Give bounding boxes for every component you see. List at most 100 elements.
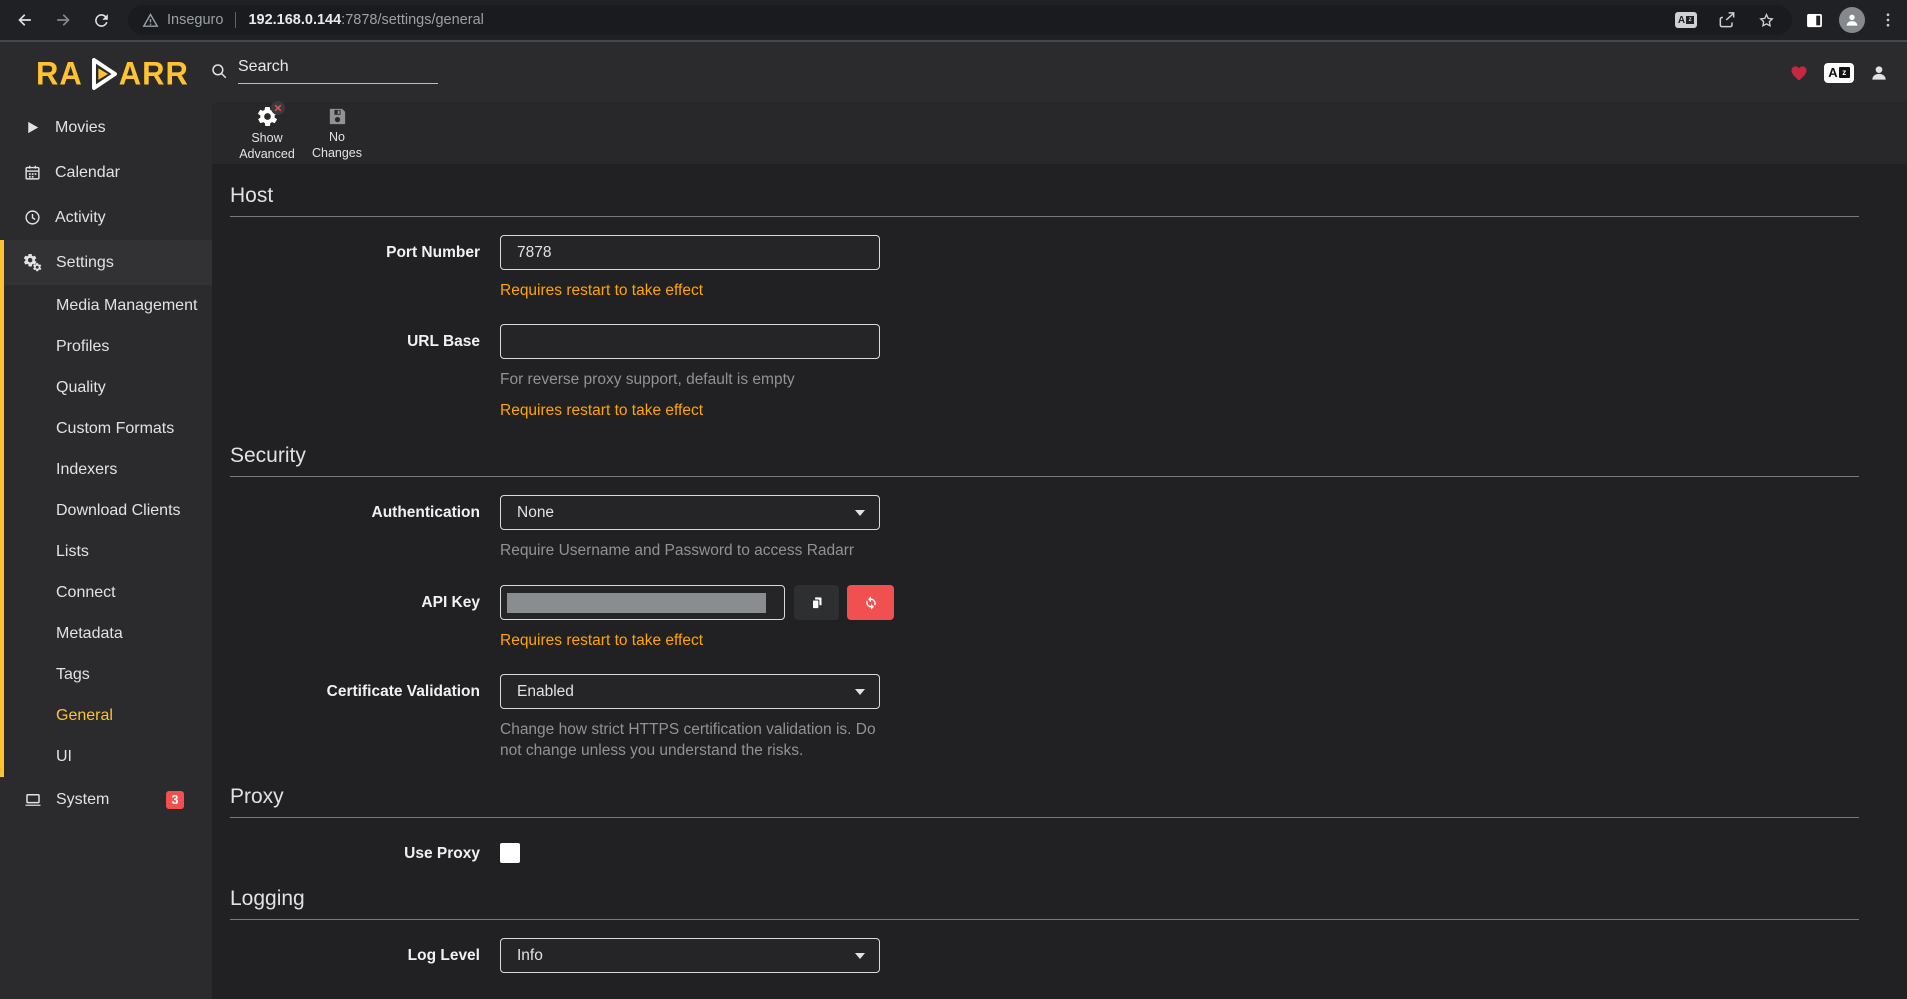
sidebar-item-quality[interactable]: Quality	[0, 367, 212, 408]
sidebar-item-label: Settings	[56, 254, 114, 272]
sidebar-item-label: Calendar	[55, 164, 120, 182]
section-divider	[230, 919, 1859, 920]
api-key-redacted-value	[507, 593, 766, 613]
settings-group: Settings Media Management Profiles Quali…	[0, 240, 212, 777]
user-icon[interactable]	[1869, 63, 1889, 83]
certificate-validation-label: Certificate Validation	[230, 674, 480, 761]
sidebar-item-metadata[interactable]: Metadata	[0, 613, 212, 654]
search-icon	[210, 62, 228, 80]
omnibox-actions: A z	[1675, 10, 1780, 30]
logging-section: Logging Log Level Info	[230, 887, 1859, 973]
certificate-validation-help: Change how strict HTTPS certification va…	[500, 719, 880, 761]
bookmark-star-icon[interactable]	[1757, 11, 1776, 30]
url-host: 192.168.0.144	[248, 12, 341, 28]
security-status-label: Inseguro	[167, 12, 223, 28]
chevron-down-icon	[855, 689, 865, 695]
authentication-label: Authentication	[230, 495, 480, 561]
url-base-help: For reverse proxy support, default is em…	[500, 369, 880, 390]
proxy-section-title: Proxy	[230, 785, 1859, 809]
sidebar-item-label: Activity	[55, 209, 106, 227]
copy-icon	[808, 594, 826, 612]
url-base-restart-warning: Requires restart to take effect	[500, 402, 880, 420]
certificate-validation-select[interactable]: Enabled	[500, 674, 880, 709]
back-arrow-icon	[15, 10, 35, 30]
save-changes-button[interactable]: NoChanges	[304, 106, 370, 162]
side-panel-icon[interactable]	[1804, 10, 1825, 31]
logging-section-title: Logging	[230, 887, 1859, 911]
back-button[interactable]	[8, 3, 42, 37]
general-settings-content: Host Port Number Requires restart to tak…	[212, 164, 1907, 999]
authentication-help: Require Username and Password to access …	[500, 540, 880, 561]
share-icon[interactable]	[1717, 10, 1737, 30]
port-number-input[interactable]	[500, 235, 880, 270]
sidebar-item-movies[interactable]: Movies	[0, 105, 212, 150]
api-key-label: API Key	[230, 585, 480, 650]
sidebar-item-profiles[interactable]: Profiles	[0, 326, 212, 367]
authentication-row: Authentication None Require Username and…	[230, 495, 1859, 561]
use-proxy-label: Use Proxy	[230, 836, 480, 863]
sidebar-item-connect[interactable]: Connect	[0, 572, 212, 613]
regenerate-api-key-button[interactable]	[847, 585, 894, 620]
sidebar-item-general[interactable]: General	[0, 695, 212, 736]
use-proxy-row: Use Proxy	[230, 836, 1859, 863]
laptop-icon	[24, 791, 42, 809]
sidebar-item-indexers[interactable]: Indexers	[0, 449, 212, 490]
forward-button[interactable]	[46, 3, 80, 37]
sidebar-item-tags[interactable]: Tags	[0, 654, 212, 695]
settings-toolbar: ShowAdvanced NoChanges	[212, 103, 1907, 164]
browser-profile-avatar[interactable]	[1839, 7, 1865, 33]
radarr-header: RA ARR A z	[0, 42, 1907, 103]
log-level-select[interactable]: Info	[500, 938, 880, 973]
address-bar[interactable]: Inseguro 192.168.0.144:7878/settings/gen…	[128, 5, 1792, 35]
play-icon	[24, 119, 41, 136]
reload-button[interactable]	[84, 3, 118, 37]
forward-arrow-icon	[53, 10, 73, 30]
search-input[interactable]	[238, 58, 438, 76]
chevron-down-icon	[855, 953, 865, 959]
url-base-label: URL Base	[230, 324, 480, 420]
show-advanced-button[interactable]: ShowAdvanced	[234, 106, 300, 162]
logo-text-right: ARR	[119, 55, 189, 93]
host-section: Host Port Number Requires restart to tak…	[230, 184, 1859, 420]
sidebar-item-label: Movies	[55, 119, 106, 137]
url-base-input[interactable]	[500, 324, 880, 359]
browser-menu-icon[interactable]	[1879, 11, 1897, 29]
sidebar-item-settings[interactable]: Settings	[0, 240, 212, 285]
donate-heart-icon[interactable]	[1789, 63, 1809, 83]
port-number-row: Port Number Requires restart to take eff…	[230, 235, 1859, 300]
omnibox-divider	[235, 12, 236, 28]
reload-icon	[92, 11, 111, 30]
sidebar-item-download-clients[interactable]: Download Clients	[0, 490, 212, 531]
radarr-logo[interactable]: RA ARR	[36, 53, 189, 95]
sidebar-item-system[interactable]: System 3	[0, 777, 212, 822]
copy-api-key-button[interactable]	[794, 585, 839, 620]
section-divider	[230, 476, 1859, 477]
proxy-section: Proxy Use Proxy	[230, 785, 1859, 863]
system-health-badge: 3	[166, 791, 184, 809]
api-key-restart-warning: Requires restart to take effect	[500, 632, 880, 650]
sidebar-item-calendar[interactable]: Calendar	[0, 150, 212, 195]
translate-page-button[interactable]: A z	[1675, 12, 1697, 28]
api-key-row: API Key Requires restart to take eff	[230, 585, 1859, 650]
sidebar-item-ui[interactable]: UI	[0, 736, 212, 777]
url-text: 192.168.0.144:7878/settings/general	[248, 12, 483, 28]
sidebar-item-media-management[interactable]: Media Management	[0, 285, 212, 326]
security-section-title: Security	[230, 444, 1859, 468]
calendar-icon	[24, 164, 41, 181]
page-translate-icon[interactable]: A z	[1824, 63, 1854, 83]
port-restart-warning: Requires restart to take effect	[500, 282, 880, 300]
sidebar-item-activity[interactable]: Activity	[0, 195, 212, 240]
certificate-validation-row: Certificate Validation Enabled Change ho…	[230, 674, 1859, 761]
sidebar-item-custom-formats[interactable]: Custom Formats	[0, 408, 212, 449]
browser-toolbar: Inseguro 192.168.0.144:7878/settings/gen…	[0, 0, 1907, 40]
api-key-input[interactable]	[500, 585, 785, 620]
radarr-play-icon	[80, 53, 122, 95]
authentication-select[interactable]: None	[500, 495, 880, 530]
translate-icon: A	[1678, 15, 1685, 26]
sidebar-item-lists[interactable]: Lists	[0, 531, 212, 572]
logo-text-left: RA	[36, 55, 83, 93]
header-actions: A z	[1789, 42, 1889, 103]
log-level-label: Log Level	[230, 938, 480, 973]
save-floppy-icon	[327, 106, 348, 127]
use-proxy-checkbox[interactable]	[500, 843, 520, 863]
